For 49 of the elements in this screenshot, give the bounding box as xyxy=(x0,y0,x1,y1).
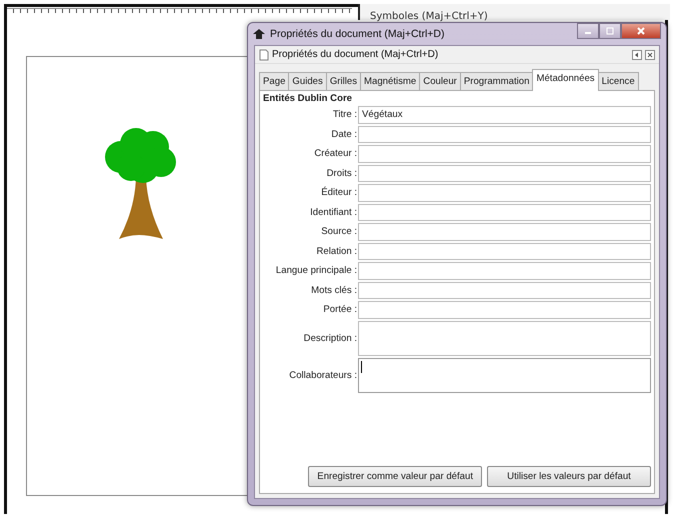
field-label: Portée : xyxy=(322,304,357,316)
text-area[interactable] xyxy=(358,320,651,356)
input-field[interactable] xyxy=(358,164,651,182)
tab[interactable]: Métadonnées xyxy=(532,69,599,91)
input-field[interactable] xyxy=(358,223,651,240)
field-label: Créateur : xyxy=(313,148,357,160)
input-field[interactable] xyxy=(358,145,651,162)
field-label: Éditeur : xyxy=(320,187,357,198)
close-button[interactable] xyxy=(621,23,661,39)
input-field[interactable] xyxy=(358,282,651,299)
tab[interactable]: Programmation xyxy=(460,72,534,90)
tab[interactable]: Licence xyxy=(598,72,639,90)
field-label: Relation : xyxy=(315,246,357,257)
panel-title: Propriétés du document (Maj+Ctrl+D) xyxy=(272,49,438,60)
input-field[interactable] xyxy=(358,262,651,280)
input-field[interactable]: Végétaux xyxy=(358,106,651,124)
window-title: Propriétés du document (Maj+Ctrl+D) xyxy=(270,28,444,40)
collapse-icon[interactable] xyxy=(632,50,642,60)
tab[interactable]: Guides xyxy=(288,72,327,90)
tab[interactable]: Page xyxy=(259,72,290,90)
close-icon xyxy=(637,27,645,35)
field-label: Collaborateurs : xyxy=(288,370,357,380)
field-label: Source : xyxy=(320,226,357,238)
field-label: Mots clés : xyxy=(310,284,357,296)
field-label: Titre : xyxy=(332,109,357,120)
field-label: Droits : xyxy=(326,168,357,179)
input-field[interactable] xyxy=(358,126,651,143)
tab[interactable]: Magnétisme xyxy=(360,72,420,90)
input-field[interactable] xyxy=(358,301,651,318)
tab[interactable]: Couleur xyxy=(419,72,461,90)
field-label: Identifiant : xyxy=(309,206,357,218)
app-icon xyxy=(253,29,265,39)
input-field[interactable] xyxy=(358,204,651,221)
field-label: Description : xyxy=(302,332,357,344)
document-icon xyxy=(259,48,269,60)
input-field[interactable] xyxy=(358,242,651,260)
push-button[interactable]: Utiliser les valeurs par défaut xyxy=(487,466,651,487)
section-title: Entités Dublin Core xyxy=(263,93,354,104)
push-button[interactable]: Enregistrer comme valeur par défaut xyxy=(308,466,482,487)
field-label: Date : xyxy=(330,128,357,140)
tab[interactable]: Grilles xyxy=(326,72,361,90)
minimize-button[interactable] xyxy=(577,23,599,39)
close-icon[interactable] xyxy=(645,50,655,60)
maximize-icon xyxy=(606,27,614,35)
text-area[interactable] xyxy=(358,358,651,392)
text-cursor xyxy=(361,360,362,372)
maximize-button[interactable] xyxy=(599,23,621,39)
field-label: Langue principale : xyxy=(274,265,357,276)
input-field[interactable] xyxy=(358,184,651,202)
